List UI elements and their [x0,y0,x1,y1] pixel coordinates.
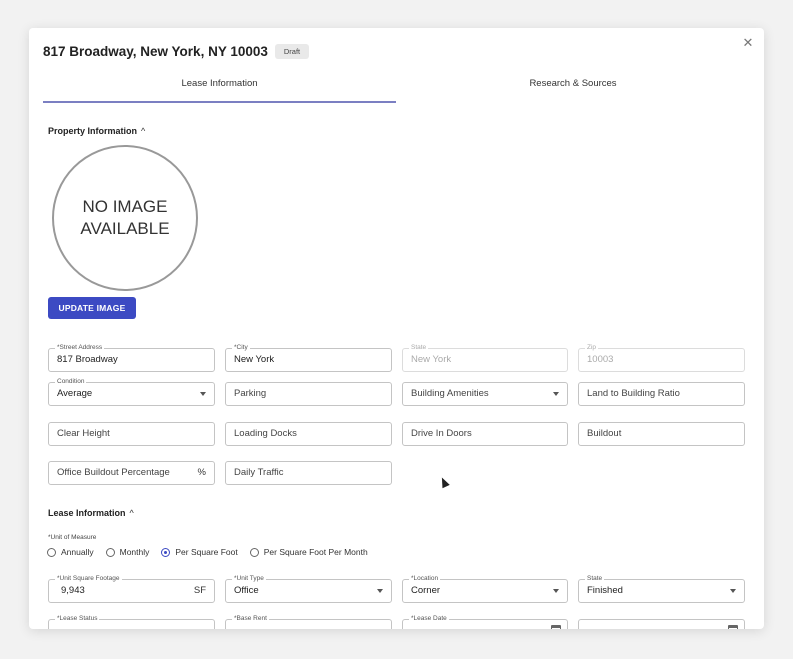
land-to-building-ratio-field[interactable]: Land to Building Ratio [578,382,745,406]
radio-selected-icon [161,547,171,557]
page-title: 817 Broadway, New York, NY 10003 [43,44,268,59]
clear-height-field[interactable]: Clear Height [48,422,215,446]
calendar-icon[interactable] [551,625,561,629]
unit-type-select[interactable]: *Unit Type Office [225,575,392,603]
field-placeholder: Drive In Doors [411,428,472,439]
field-value: 817 Broadway [57,354,118,365]
dropdown-arrow-icon [377,589,383,593]
unit-of-measure-radio-group: Annually Monthly Per Square Foot Per Squ… [47,547,380,557]
building-state-select[interactable]: State Finished [578,575,745,603]
dropdown-arrow-icon [730,589,736,593]
field-value: New York [411,354,452,365]
field-label: *Lease Status [55,615,100,623]
location-select[interactable]: *Location Corner [402,575,568,603]
field-placeholder: Office Buildout Percentage [57,467,170,478]
unit-of-measure-label: *Unit of Measure [48,534,97,541]
field-placeholder: Parking [234,388,267,399]
radio-per-square-foot[interactable]: Per Square Foot [161,547,238,557]
chevron-up-icon: ^ [141,126,146,136]
dropdown-arrow-icon [200,392,206,396]
field-placeholder: Building Amenities [411,388,489,399]
radio-label: Per Square Foot Per Month [263,547,368,557]
chevron-up-icon: ^ [129,508,134,518]
drive-in-doors-field[interactable]: Drive In Doors [402,422,568,446]
status-badge: Draft [274,44,310,59]
percent-suffix: % [197,467,206,478]
lease-information-toggle[interactable]: Lease Information ^ [48,508,134,518]
dropdown-arrow-icon [553,589,559,593]
field-placeholder: Daily Traffic [234,467,284,478]
street-address-field[interactable]: *Street Address 817 Broadway [48,344,215,372]
section-heading: Lease Information [48,508,126,518]
section-heading: Property Information [48,126,138,136]
field-value: New York [234,354,275,365]
lease-status-select[interactable]: *Lease Status [48,615,215,629]
unit-square-footage-field[interactable]: *Unit Square Footage 9,943 SF [48,575,215,603]
radio-circle-icon [47,547,56,557]
field-placeholder: Land to Building Ratio [587,388,680,399]
field-label: *Base Rent [232,615,269,623]
field-placeholder: Clear Height [57,428,110,439]
radio-label: Per Square Foot [175,547,238,557]
radio-label: Annually [61,547,94,557]
field-placeholder: Buildout [587,428,622,439]
field-value: Average [57,388,93,399]
radio-annually[interactable]: Annually [47,547,94,557]
calendar-icon[interactable] [728,625,738,629]
radio-circle-icon [249,547,259,557]
base-rent-field[interactable]: *Base Rent [225,615,392,629]
field-value: Finished [587,585,623,596]
field-value: Office [234,585,259,596]
zip-field: Zip 10003 [578,344,745,372]
field-label: *Lease Date [409,615,449,623]
lease-modal: 817 Broadway, New York, NY 10003 Draft ✕… [29,28,764,629]
sf-suffix: SF [193,585,206,596]
office-buildout-percentage-field[interactable]: Office Buildout Percentage % [48,461,215,485]
buildout-field[interactable]: Buildout [578,422,745,446]
parking-field[interactable]: Parking [225,382,392,406]
field-value: 10003 [587,354,614,365]
radio-circle-icon [105,547,115,557]
building-amenities-select[interactable]: Building Amenities [402,382,568,406]
radio-per-square-foot-per-month[interactable]: Per Square Foot Per Month [249,547,368,557]
tab-lease-information[interactable]: Lease Information [43,78,396,103]
no-image-text: NO IMAGE [82,197,168,216]
close-icon[interactable]: ✕ [742,36,754,49]
radio-monthly[interactable]: Monthly [105,547,150,557]
tab-research-sources[interactable]: Research & Sources [396,78,750,103]
condition-select[interactable]: Condition Average [48,378,215,406]
city-field[interactable]: *City New York [225,344,392,372]
no-image-text: AVAILABLE [80,219,170,238]
update-image-button[interactable]: UPDATE IMAGE [48,297,136,319]
radio-label: Monthly [119,547,150,557]
no-image-placeholder: NO IMAGE AVAILABLE [52,145,198,291]
field-placeholder: Loading Docks [234,428,297,439]
field-value: Corner [411,585,441,596]
loading-docks-field[interactable]: Loading Docks [225,422,392,446]
dropdown-arrow-icon [553,392,559,396]
lease-date-field[interactable]: *Lease Date [402,615,568,629]
modal-header: 817 Broadway, New York, NY 10003 Draft [43,44,310,59]
daily-traffic-field[interactable]: Daily Traffic [225,461,392,485]
property-information-toggle[interactable]: Property Information ^ [48,126,145,136]
field-value: 9,943 [61,585,85,596]
state-field: State New York [402,344,568,372]
lease-expiration-date-field[interactable] [578,619,745,629]
